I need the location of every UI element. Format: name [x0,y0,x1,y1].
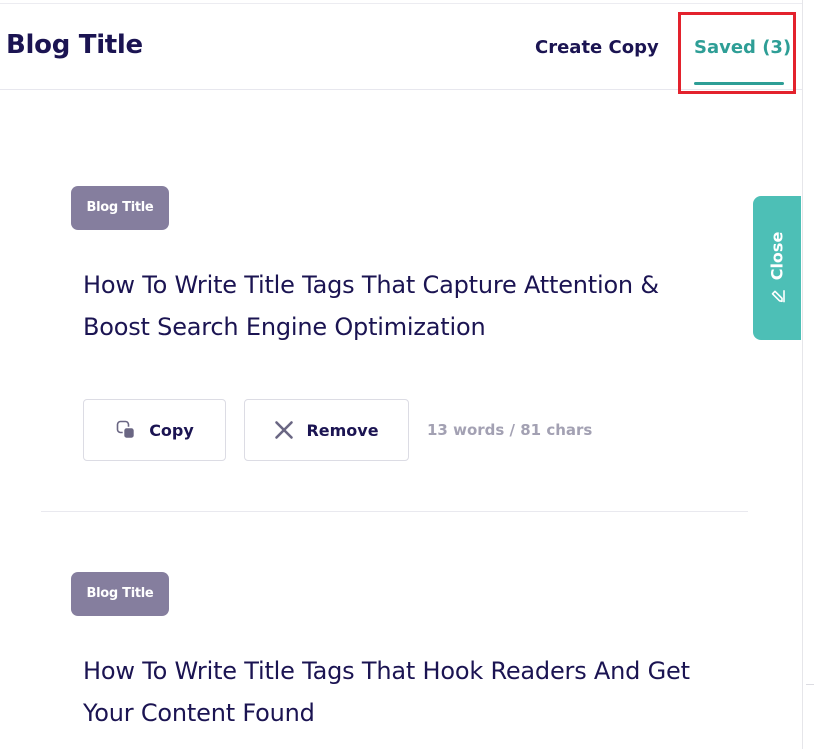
app-window: Blog Title Create Copy Saved (3) Close B… [0,0,814,749]
copy-label: Copy [149,420,194,440]
tab-create-copy[interactable]: Create Copy [535,37,659,58]
close-panel-content: Close [768,232,787,305]
card-text: How To Write Title Tags That Hook Reader… [83,657,690,727]
page-title: Blog Title [6,30,143,60]
close-panel-button[interactable]: Close [753,196,801,340]
scrollbar-mark [806,684,814,685]
copy-button[interactable]: Copy [83,399,226,461]
pencil-icon [771,290,785,303]
close-label: Close [767,231,787,281]
remove-label: Remove [306,420,379,440]
close-icon [275,421,294,439]
card-divider [41,511,748,512]
remove-button[interactable]: Remove [244,399,409,461]
word-count: 13 words / 81 chars [427,421,593,439]
highlight-box [678,12,796,94]
card-badge: Blog Title [71,572,169,616]
card-badge: Blog Title [71,186,169,230]
scrollbar-track[interactable] [802,0,814,749]
copy-icon [116,420,136,440]
card-text: How To Write Title Tags That Capture Att… [83,271,659,341]
